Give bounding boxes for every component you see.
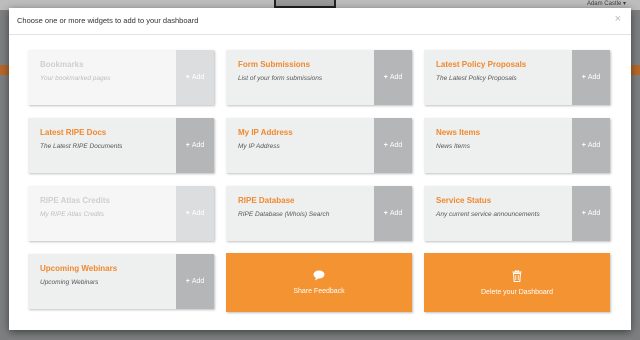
plus-icon: + xyxy=(185,278,190,285)
add-widget-button[interactable]: + Add xyxy=(176,186,214,241)
add-widget-button[interactable]: + Add xyxy=(572,186,610,241)
add-widget-button[interactable]: + Add xyxy=(176,254,214,309)
background-user-menu: Adam Castle ▾ xyxy=(586,1,626,7)
widget-card-my-ip-address: My IP Address My IP Address + Add xyxy=(226,118,412,173)
widget-description: The Latest Policy Proposals xyxy=(436,75,517,82)
widget-card-latest-ripe-docs: Latest RIPE Docs The Latest RIPE Documen… xyxy=(28,118,214,173)
widget-card-service-status: Service Status Any current service annou… xyxy=(424,186,610,241)
close-icon[interactable]: × xyxy=(615,14,621,25)
widget-title: RIPE Atlas Credits xyxy=(40,196,110,205)
add-widget-button[interactable]: + Add xyxy=(374,186,412,241)
widget-title: News Items xyxy=(436,128,481,137)
plus-icon: + xyxy=(581,210,586,217)
widget-title: RIPE Database xyxy=(238,196,295,205)
widget-card-latest-policy-proposals: Latest Policy Proposals The Latest Polic… xyxy=(424,50,610,105)
widget-card-ripe-atlas-credits: RIPE Atlas Credits My RIPE Atlas Credits… xyxy=(28,186,214,241)
widget-description: Any current service announcements xyxy=(436,211,540,218)
add-widget-button[interactable]: + Add xyxy=(572,118,610,173)
widget-description: List of your form submissions xyxy=(238,75,323,82)
add-widget-button[interactable]: + Add xyxy=(374,118,412,173)
widget-card-news-items: News Items News Items + Add xyxy=(424,118,610,173)
widget-description: Your bookmarked pages xyxy=(40,75,111,82)
delete-dashboard-label: Delete your Dashboard xyxy=(481,288,553,296)
plus-icon: + xyxy=(383,74,388,81)
speech-bubble-icon xyxy=(313,270,325,283)
plus-icon: + xyxy=(185,74,190,81)
add-widget-button[interactable]: + Add xyxy=(176,118,214,173)
plus-icon: + xyxy=(185,210,190,217)
trash-icon xyxy=(512,269,522,284)
widget-description: News Items xyxy=(436,143,470,150)
widget-description: The Latest RIPE Documents xyxy=(40,143,123,150)
modal-header: Choose one or more widgets to add to you… xyxy=(9,8,631,35)
modal-title: Choose one or more widgets to add to you… xyxy=(17,16,199,25)
plus-icon: + xyxy=(383,210,388,217)
plus-icon: + xyxy=(383,142,388,149)
widget-card-ripe-database: RIPE Database RIPE Database (Whois) Sear… xyxy=(226,186,412,241)
share-feedback-label: Share Feedback xyxy=(293,288,345,295)
add-widget-button[interactable]: + Add xyxy=(374,50,412,105)
plus-icon: + xyxy=(185,142,190,149)
delete-dashboard-button[interactable]: Delete your Dashboard xyxy=(424,253,610,312)
widget-title: Latest RIPE Docs xyxy=(40,128,107,137)
widget-title: Latest Policy Proposals xyxy=(436,60,527,69)
background-logo-box xyxy=(274,0,336,8)
widget-description: RIPE Database (Whois) Search xyxy=(238,211,330,218)
widget-title: Upcoming Webinars xyxy=(40,264,118,273)
add-widget-button[interactable]: + Add xyxy=(176,50,214,105)
widget-title: My IP Address xyxy=(238,128,293,137)
widget-description: My IP Address xyxy=(238,143,280,150)
widget-card-upcoming-webinars: Upcoming Webinars Upcoming Webinars + Add xyxy=(28,254,214,309)
plus-icon: + xyxy=(581,74,586,81)
add-widgets-modal: Choose one or more widgets to add to you… xyxy=(9,8,631,330)
add-widget-button[interactable]: + Add xyxy=(572,50,610,105)
widget-title: Form Submissions xyxy=(238,60,311,69)
widget-description: Upcoming Webinars xyxy=(40,279,99,286)
plus-icon: + xyxy=(581,142,586,149)
widget-description: My RIPE Atlas Credits xyxy=(40,211,105,218)
share-feedback-button[interactable]: Share Feedback xyxy=(226,253,412,312)
widget-title: Bookmarks xyxy=(40,60,84,69)
widget-card-bookmarks: Bookmarks Your bookmarked pages + Add xyxy=(28,50,214,105)
widget-title: Service Status xyxy=(436,196,492,205)
widget-card-form-submissions: Form Submissions List of your form submi… xyxy=(226,50,412,105)
